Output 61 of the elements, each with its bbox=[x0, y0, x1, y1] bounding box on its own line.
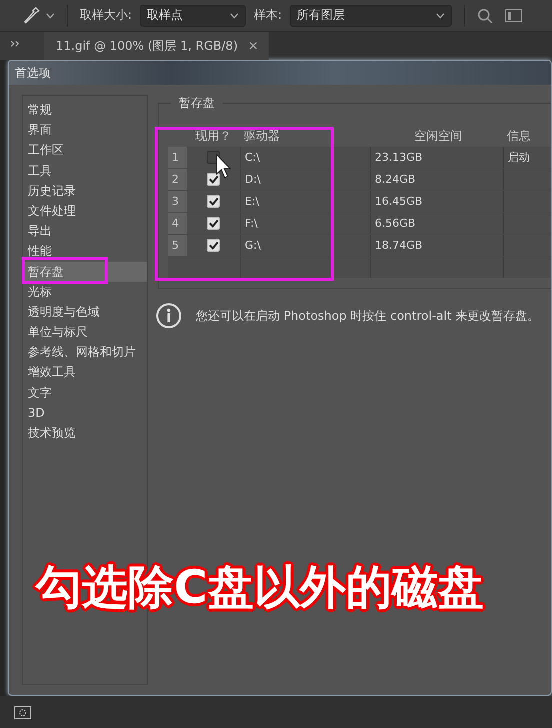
sample-dropdown[interactable]: 所有图层 bbox=[290, 4, 452, 26]
sidebar-item[interactable]: 工具 bbox=[23, 160, 147, 181]
table-cell: 8.24GB bbox=[371, 169, 504, 190]
sample-size-label: 取样大小: bbox=[80, 7, 132, 24]
row-number: 5 bbox=[168, 235, 187, 256]
expand-icon[interactable] bbox=[11, 41, 20, 47]
table-cell: 启动 bbox=[508, 150, 530, 165]
sidebar-item[interactable]: 界面 bbox=[23, 120, 147, 140]
table-cell: F:\ bbox=[241, 213, 371, 234]
caret-icon[interactable] bbox=[230, 12, 240, 18]
caret-icon[interactable] bbox=[436, 12, 446, 18]
checkbox[interactable] bbox=[207, 195, 220, 208]
sidebar-item[interactable]: 工作区 bbox=[23, 140, 147, 161]
table-cell: G:\ bbox=[241, 235, 371, 256]
column-header: 信息 bbox=[506, 128, 532, 145]
screen-mode-icon[interactable] bbox=[14, 706, 32, 720]
checkbox[interactable] bbox=[207, 217, 220, 230]
table-cell: 16.45GB bbox=[371, 191, 504, 212]
dialog-title: 首选项 bbox=[15, 64, 51, 82]
sidebar-item[interactable]: 导出 bbox=[23, 221, 147, 242]
sidebar-item[interactable]: 3D bbox=[23, 402, 147, 423]
table-cell: 18.74GB bbox=[371, 235, 504, 256]
document-tab[interactable]: 11.gif @ 100% (图层 1, RGB/8) × bbox=[44, 32, 269, 60]
sidebar-item[interactable]: 文件处理 bbox=[23, 200, 147, 222]
sidebar-item[interactable]: 文字 bbox=[23, 382, 147, 403]
caret-icon[interactable] bbox=[46, 12, 55, 18]
row-number: 3 bbox=[168, 191, 187, 212]
sidebar-item[interactable]: 常规 bbox=[23, 100, 147, 120]
sidebar-item[interactable]: 参考线、网格和切片 bbox=[23, 342, 147, 362]
cursor-icon bbox=[216, 154, 232, 180]
table-cell: C:\ bbox=[241, 147, 371, 168]
checkbox[interactable] bbox=[207, 173, 220, 186]
column-header: 现用？ bbox=[194, 128, 232, 145]
sidebar-item[interactable]: 光标 bbox=[23, 282, 147, 302]
row-number: 2 bbox=[168, 169, 187, 190]
sidebar-item[interactable]: 历史记录 bbox=[23, 180, 147, 201]
sample-size-dropdown[interactable]: 取样点 bbox=[140, 4, 246, 26]
row-number: 4 bbox=[168, 213, 187, 234]
table-cell: 6.56GB bbox=[371, 213, 504, 234]
sidebar-item[interactable]: 暂存盘 bbox=[23, 262, 147, 282]
checkbox[interactable] bbox=[207, 239, 220, 252]
panel-icon[interactable] bbox=[505, 8, 524, 22]
sidebar-item[interactable]: 增效工具 bbox=[23, 362, 147, 383]
column-header: 驱动器 bbox=[243, 128, 281, 145]
sidebar-item[interactable]: 单位与标尺 bbox=[23, 322, 147, 342]
eyedropper-icon[interactable] bbox=[24, 6, 40, 24]
table-cell: 23.13GB bbox=[371, 147, 504, 168]
table-cell: E:\ bbox=[241, 191, 371, 212]
search-icon[interactable] bbox=[477, 8, 494, 24]
sidebar-item[interactable]: 技术预览 bbox=[23, 423, 147, 444]
info-icon bbox=[156, 303, 182, 329]
group-title: 暂存盘 bbox=[171, 95, 223, 112]
sample-label: 样本: bbox=[254, 7, 282, 24]
column-header: 空闲空间 bbox=[414, 128, 464, 145]
table-cell: D:\ bbox=[241, 169, 371, 190]
row-number: 1 bbox=[168, 147, 187, 168]
close-icon[interactable]: × bbox=[248, 38, 259, 54]
caption-text: 勾选除C盘以外的磁盘 bbox=[36, 560, 484, 614]
sidebar-item[interactable]: 透明度与色域 bbox=[23, 302, 147, 322]
note-text: 您还可以在启动 Photoshop 时按住 control-alt 来更改暂存盘。 bbox=[196, 308, 540, 324]
sidebar-item[interactable]: 性能 bbox=[23, 241, 147, 262]
